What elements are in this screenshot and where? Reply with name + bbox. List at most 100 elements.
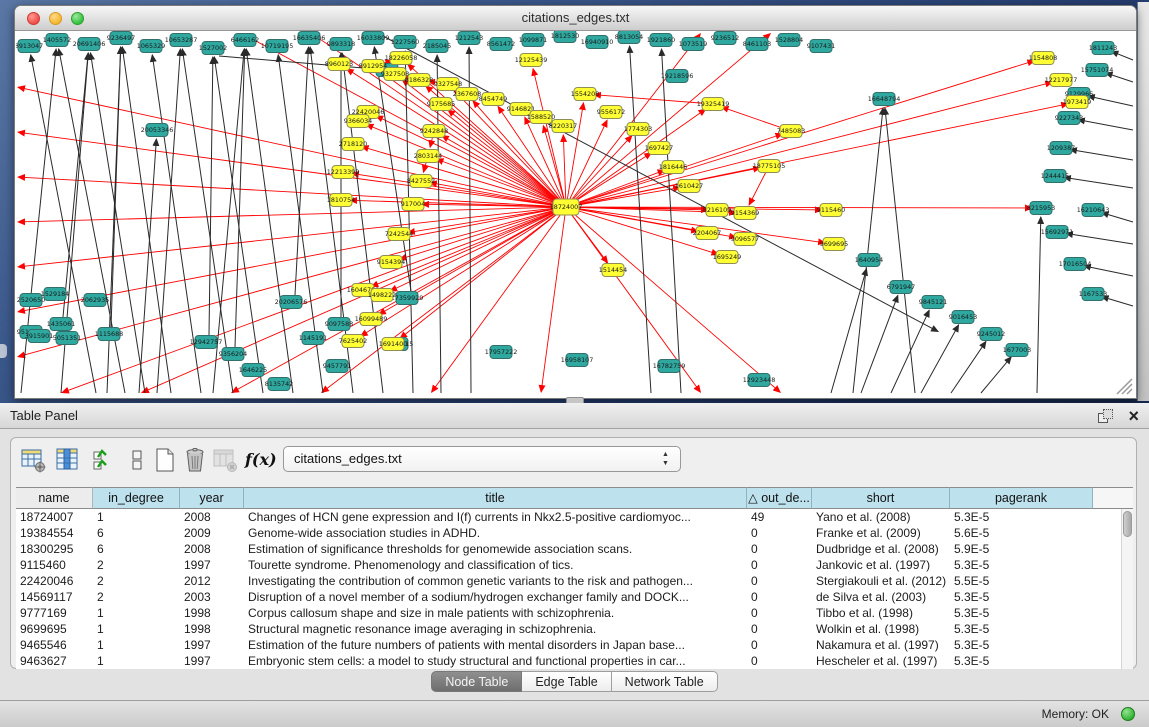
graph-edge[interactable] — [111, 47, 121, 327]
graph-node[interactable]: 1812530 — [551, 31, 579, 43]
graph-edge[interactable] — [1106, 73, 1133, 82]
vertical-scrollbar[interactable] — [1121, 509, 1133, 669]
graph-node[interactable]: 2062935 — [81, 294, 109, 307]
graph-node[interactable]: 9154394 — [377, 256, 405, 269]
table-cell[interactable]: 0 — [747, 541, 812, 557]
graph-node[interactable]: 1065329 — [137, 40, 165, 53]
graph-edge[interactable] — [400, 207, 566, 259]
graph-node[interactable]: 16958107 — [561, 354, 594, 367]
table-cell[interactable]: Disruption of a novel member of a sodium… — [244, 589, 747, 605]
graph-node[interactable]: 16648794 — [868, 93, 901, 106]
graph-node[interactable]: 2803144 — [414, 150, 442, 163]
table-cell[interactable]: 1998 — [180, 605, 244, 621]
graph-node[interactable]: 20206576 — [275, 296, 308, 309]
graph-node[interactable]: 9227343 — [1055, 112, 1083, 125]
table-cell[interactable]: 9115460 — [16, 557, 93, 573]
table-cell[interactable]: Investigating the contribution of common… — [244, 573, 747, 589]
graph-node[interactable]: 1677003 — [1003, 344, 1031, 357]
table-panel-titlebar[interactable]: Table Panel × — [0, 403, 1149, 429]
table-cell[interactable]: 0 — [747, 573, 812, 589]
graph-edge[interactable] — [951, 341, 986, 393]
table-cell[interactable]: 1 — [93, 637, 180, 653]
graph-node[interactable]: 1498222 — [368, 289, 396, 302]
table-cell[interactable]: 0 — [747, 653, 812, 669]
table-cell[interactable]: de Silva et al. (2003) — [812, 589, 950, 605]
graph-node[interactable]: 1691400 — [379, 338, 407, 351]
graph-node[interactable]: 1774303 — [624, 123, 652, 136]
close-panel-icon[interactable]: × — [1128, 404, 1139, 428]
graph-node[interactable]: 3915901 — [25, 330, 53, 343]
graph-node[interactable]: 1697427 — [645, 142, 673, 155]
graph-node[interactable]: 8216109 — [703, 204, 731, 217]
graph-edge[interactable] — [861, 295, 898, 393]
graph-node[interactable]: 18226058 — [385, 52, 418, 65]
graph-edge[interactable] — [853, 108, 883, 393]
table-row[interactable]: 1938455462009Genome-wide association stu… — [16, 525, 1133, 541]
graph-node[interactable]: 9097588 — [325, 318, 353, 331]
graph-node[interactable]: 10653287 — [165, 34, 198, 47]
column-header-title[interactable]: title — [244, 487, 747, 509]
graph-node[interactable]: 1610427 — [675, 180, 703, 193]
table-cell[interactable]: 2009 — [180, 525, 244, 541]
graph-node[interactable]: 16940910 — [581, 36, 614, 49]
graph-node[interactable]: 1973419 — [1063, 96, 1091, 109]
graph-node[interactable]: 8427552 — [407, 175, 435, 188]
table-cell[interactable]: 5.6E-5 — [950, 525, 1093, 541]
graph-node[interactable]: 10719195 — [261, 40, 294, 53]
graph-edge[interactable] — [157, 49, 180, 393]
tab-node-table[interactable]: Node Table — [431, 671, 522, 692]
show-columns-icon[interactable] — [53, 446, 81, 474]
table-cell[interactable]: 5.9E-5 — [950, 541, 1093, 557]
table-cell[interactable]: Nakamura et al. (1997) — [812, 637, 950, 653]
graph-node[interactable]: 1435061 — [47, 318, 75, 331]
table-cell[interactable]: Wolkin et al. (1998) — [812, 621, 950, 637]
graph-node[interactable]: 9366034 — [344, 115, 372, 128]
column-header-short[interactable]: short — [812, 487, 950, 509]
graph-node[interactable]: 16210643 — [1077, 204, 1110, 217]
graph-node[interactable]: 9175685 — [427, 98, 455, 111]
graph-node[interactable]: 1209387 — [1047, 142, 1075, 155]
graph-node[interactable]: 18775105 — [753, 160, 786, 173]
graph-node[interactable]: 1405572 — [43, 34, 71, 47]
graph-edge[interactable] — [541, 207, 566, 392]
graph-node[interactable]: 9893318 — [327, 38, 355, 51]
graph-node[interactable]: 9245012 — [977, 328, 1005, 341]
graph-node[interactable]: 1695249 — [713, 251, 741, 264]
table-cell[interactable]: 1997 — [180, 557, 244, 573]
graph-node[interactable]: 1212543 — [455, 32, 483, 45]
table-cell[interactable]: 6 — [93, 541, 180, 557]
graph-node[interactable]: 917004 — [401, 198, 425, 211]
table-cell[interactable]: Tourette syndrome. Phenomenology and cla… — [244, 557, 747, 573]
graph-edge[interactable] — [1078, 120, 1133, 130]
tab-edge-table[interactable]: Edge Table — [522, 671, 611, 692]
graph-edge[interactable] — [1111, 51, 1133, 60]
graph-node[interactable]: 16033809 — [357, 32, 390, 45]
graph-edge[interactable] — [566, 188, 680, 207]
zoom-window-icon[interactable] — [71, 12, 84, 25]
graph-edge[interactable] — [139, 139, 156, 393]
graph-edge[interactable] — [142, 207, 566, 393]
graph-node[interactable]: 2185045 — [423, 40, 451, 53]
table-cell[interactable]: Jankovic et al. (1997) — [812, 557, 950, 573]
table-cell[interactable]: 19384554 — [16, 525, 93, 541]
graph-node[interactable]: 1810754 — [327, 194, 355, 207]
graph-node[interactable]: 1527002 — [199, 42, 227, 55]
graph-node[interactable]: 1099871 — [519, 34, 547, 47]
table-cell[interactable]: 22420046 — [16, 573, 93, 589]
table-cell[interactable]: Yano et al. (2008) — [812, 509, 950, 525]
graph-node[interactable]: 7242544 — [385, 228, 413, 241]
graph-node[interactable]: 5051351 — [53, 332, 81, 345]
graph-edge[interactable] — [921, 325, 959, 393]
table-cell[interactable]: 2 — [93, 589, 180, 605]
graph-edge[interactable] — [1088, 96, 1133, 106]
table-cell[interactable]: Hescheler et al. (1997) — [812, 653, 950, 669]
table-row[interactable]: 977716911998Corpus callosum shape and si… — [16, 605, 1133, 621]
graph-node[interactable]: 9096577 — [731, 233, 759, 246]
graph-edge[interactable] — [981, 357, 1011, 393]
graph-edge[interactable] — [322, 207, 566, 392]
table-cell[interactable]: 1 — [93, 621, 180, 637]
table-cell[interactable]: 18724007 — [16, 509, 93, 525]
graph-node[interactable]: 1244415 — [1041, 170, 1069, 183]
graph-node[interactable]: 1115688 — [95, 328, 123, 341]
graph-node[interactable]: 1073519 — [679, 38, 707, 51]
